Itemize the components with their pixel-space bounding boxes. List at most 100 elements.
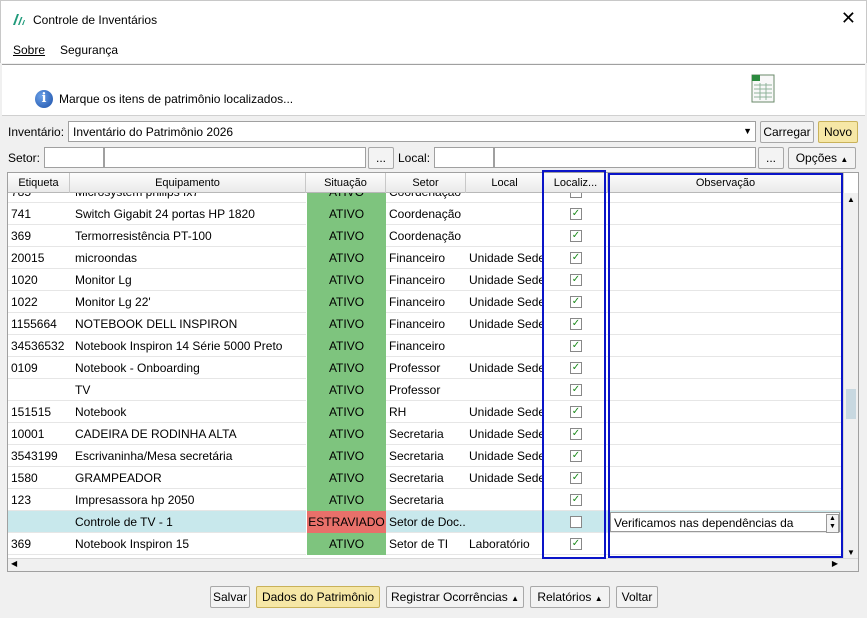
col-situacao[interactable]: Situação (306, 173, 386, 193)
horizontal-scrollbar[interactable]: ◀ ▶ (8, 558, 858, 571)
col-setor[interactable]: Setor (386, 173, 466, 193)
cell-setor: Financeiro (389, 251, 446, 265)
checkbox-checked[interactable]: ✓ (570, 494, 582, 506)
table-row[interactable]: 10001 CADEIRA DE RODINHA ALTA ATIVO Secreta… (8, 423, 844, 445)
checkbox-checked[interactable]: ✓ (570, 450, 582, 462)
inventario-select[interactable]: Inventário do Patrimônio 2026 ▼ (68, 121, 756, 142)
caret-up-icon: ▲ (594, 594, 603, 603)
scroll-right-icon[interactable]: ▶ (832, 559, 838, 568)
relatorios-button[interactable]: Relatórios ▲ (530, 586, 610, 608)
checkbox-checked[interactable]: ✓ (570, 362, 582, 374)
table-row[interactable]: 3543199 Escrivaninha/Mesa secretária ATIVO… (8, 445, 844, 467)
cell-etiqueta (8, 379, 70, 401)
checkbox-checked[interactable]: ✓ (570, 538, 582, 550)
close-icon[interactable]: ✕ (841, 9, 856, 27)
opcoes-button[interactable]: Opções ▲ (788, 147, 856, 169)
table-row[interactable]: 369 Termorresistência PT-100 ATIVO Coordena… (8, 225, 844, 247)
table-row[interactable]: 741 Switch Gigabit 24 portas HP 1820 ATIVO… (8, 203, 844, 225)
col-equipamento[interactable]: Equipamento (70, 173, 306, 193)
checkbox-checked[interactable]: ✓ (570, 230, 582, 242)
checkbox-checked[interactable]: ✓ (570, 340, 582, 352)
cell-local (466, 335, 544, 357)
scroll-thumb[interactable] (846, 389, 856, 419)
table-row[interactable]: 151515 Notebook ATIVO RH Unidade Sede ✓ (8, 401, 844, 423)
checkbox-checked[interactable]: ✓ (570, 208, 582, 220)
cell-equipamento: Switch Gigabit 24 portas HP 1820 (75, 207, 255, 221)
cell-etiqueta: 123 (11, 493, 32, 507)
info-icon: i (35, 90, 53, 108)
cell-situacao: ATIVO (306, 203, 386, 225)
checkbox-checked[interactable]: ✓ (570, 193, 582, 198)
table-row[interactable]: Controle de TV - 1 ESTRAVIADO Setor de Doc… (8, 511, 844, 533)
cell-setor: Coordenação (389, 207, 462, 221)
dados-patrimonio-button[interactable]: Dados do Patrimônio (256, 586, 380, 608)
caret-up-icon: ▲ (840, 155, 849, 164)
cell-etiqueta: 34536532 (11, 339, 65, 353)
menu-item-sobre[interactable]: Sobre (13, 43, 45, 57)
cell-etiqueta: 1580 (11, 471, 38, 485)
inventory-grid[interactable]: Etiqueta Equipamento Situação Setor Loca… (7, 172, 859, 572)
col-local[interactable]: Local (466, 173, 544, 193)
voltar-button[interactable]: Voltar (616, 586, 658, 608)
cell-setor: Financeiro (389, 295, 446, 309)
window-title: Controle de Inventários (33, 13, 158, 27)
checkbox-checked[interactable]: ✓ (570, 252, 582, 264)
cell-situacao: ATIVO (306, 225, 386, 247)
carregar-button[interactable]: Carregar (760, 121, 814, 143)
menu-item-seguranca[interactable]: Segurança (60, 43, 118, 57)
setor-browse-button[interactable]: ... (368, 147, 394, 169)
cell-etiqueta: 369 (11, 537, 32, 551)
checkbox-checked[interactable]: ✓ (570, 472, 582, 484)
checkbox-checked[interactable]: ✓ (570, 384, 582, 396)
cell-equipamento: microondas (75, 251, 138, 265)
chevron-down-icon: ▼ (743, 126, 752, 136)
table-row[interactable]: 1580 GRAMPEADOR ATIVO Secretaria Unidade Sed… (8, 467, 844, 489)
cell-equipamento: Notebook (75, 405, 127, 419)
checkbox-unchecked[interactable] (570, 516, 582, 528)
table-row[interactable]: 1020 Monitor Lg ATIVO Financeiro Unidade Sed… (8, 269, 844, 291)
scroll-up-icon[interactable]: ▲ (847, 195, 855, 204)
table-row[interactable]: 785Microsystem philips fx7ATIVOCoordenaç… (8, 193, 844, 203)
table-row[interactable]: 20015 microondas ATIVO Financeiro Unidade Se… (8, 247, 844, 269)
cell-situacao: ATIVO (306, 489, 386, 511)
checkbox-checked[interactable]: ✓ (570, 274, 582, 286)
col-observacao[interactable]: Observação (608, 173, 844, 193)
novo-button[interactable]: Novo (818, 121, 858, 143)
cell-etiqueta: 151515 (11, 405, 52, 419)
salvar-button[interactable]: Salvar (210, 586, 250, 608)
table-row[interactable]: TV ATIVO Professor ✓ (8, 379, 844, 401)
cell-local (466, 203, 544, 225)
checkbox-checked[interactable]: ✓ (570, 318, 582, 330)
checkbox-checked[interactable]: ✓ (570, 406, 582, 418)
vertical-scrollbar[interactable]: ▲ ▼ (843, 193, 858, 559)
local-name-input[interactable] (494, 147, 756, 168)
scroll-down-icon[interactable]: ▼ (847, 548, 855, 557)
local-browse-button[interactable]: ... (758, 147, 784, 169)
scroll-left-icon[interactable]: ◀ (11, 559, 17, 568)
salvar-label: Salvar (212, 590, 247, 604)
cell-situacao: ATIVO (306, 269, 386, 291)
table-row[interactable]: 34536532 Notebook Inspiron 14 Série 5000 … (8, 335, 844, 357)
cell-equipamento: Escrivaninha/Mesa secretária (75, 449, 233, 463)
setor-code-input[interactable] (44, 147, 104, 168)
col-localizado[interactable]: Localiz... (544, 173, 608, 193)
table-row[interactable]: 0109 Notebook - Onboarding ATIVO Professor U… (8, 357, 844, 379)
spin-control-icon[interactable]: ▲ ▼ (826, 514, 839, 533)
table-row[interactable]: 1022 Monitor Lg 22' ATIVO Financeiro Unidade… (8, 291, 844, 313)
cell-situacao: ATIVO (306, 445, 386, 467)
local-code-input[interactable] (434, 147, 494, 168)
observacao-editor[interactable]: Verificamos nas dependências da ▲ ▼ (610, 512, 840, 533)
checkbox-checked[interactable]: ✓ (570, 296, 582, 308)
cell-setor: Secretaria (389, 493, 444, 507)
table-row[interactable]: 369 Notebook Inspiron 15 ATIVO Setor de TI L… (8, 533, 844, 555)
cell-situacao: ESTRAVIADO (306, 511, 386, 533)
table-row[interactable]: 1155664 NOTEBOOK DELL INSPIRON ATIVO Financ… (8, 313, 844, 335)
setor-name-input[interactable] (104, 147, 366, 168)
cell-situacao: ATIVO (306, 335, 386, 357)
registrar-ocorrencias-button[interactable]: Registrar Ocorrências ▲ (386, 586, 524, 608)
col-etiqueta[interactable]: Etiqueta (8, 173, 70, 193)
checkbox-checked[interactable]: ✓ (570, 428, 582, 440)
table-row[interactable]: 123 Impresassora hp 2050 ATIVO Secretaria ✓ (8, 489, 844, 511)
cell-setor: Secretaria (389, 471, 444, 485)
cell-etiqueta: 1155664 (11, 317, 57, 331)
